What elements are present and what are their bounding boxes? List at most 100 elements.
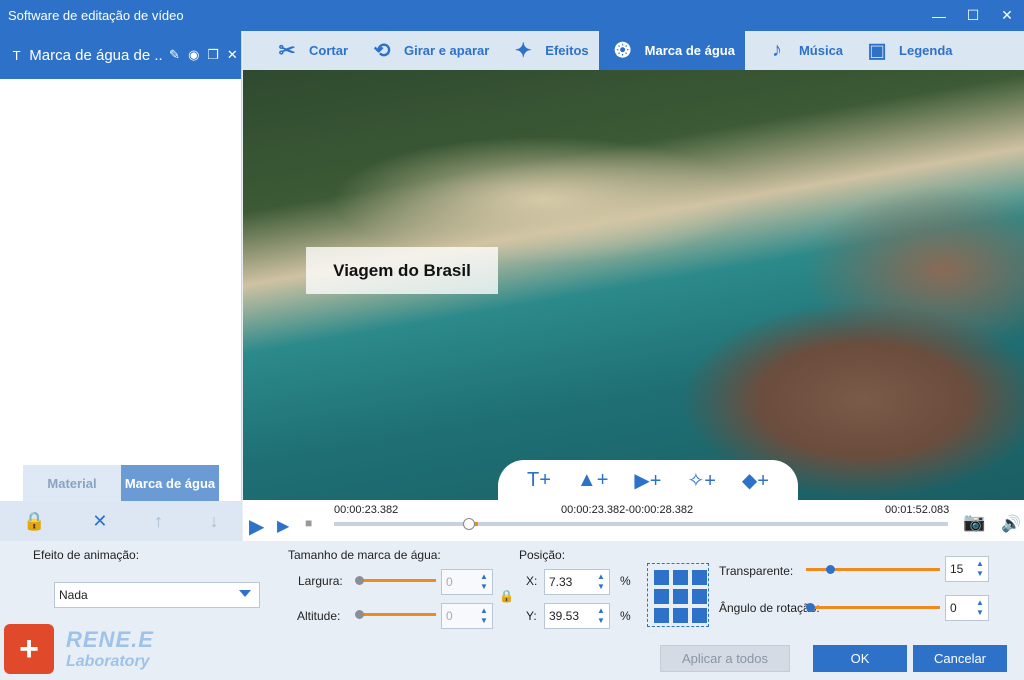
close-window-button[interactable]: ✕ xyxy=(990,0,1024,31)
delete-icon[interactable]: ✕ xyxy=(92,511,107,532)
logo-name: RENE.E xyxy=(66,627,154,652)
position-bottom-right[interactable] xyxy=(692,608,707,623)
toolbar-girar-aparar[interactable]: ⟲ Girar e aparar xyxy=(358,31,499,70)
x-field[interactable]: 7.33 ▲ ▼ xyxy=(544,569,610,595)
animation-select[interactable]: Nada xyxy=(54,582,260,608)
position-top-center[interactable] xyxy=(673,570,688,585)
segment-range: 00:00:23.382-00:00:28.382 xyxy=(561,504,694,516)
rotation-field[interactable]: 0 ▲ ▼ xyxy=(945,595,989,621)
chevron-down-icon xyxy=(239,590,251,597)
title-bar: Software de editação de vídeo — ☐ ✕ xyxy=(0,0,1024,31)
position-middle-left[interactable] xyxy=(654,589,669,604)
play-icon[interactable]: ▶ xyxy=(249,514,264,539)
position-bottom-center[interactable] xyxy=(673,608,688,623)
spinner-arrows-icon[interactable]: ▲ ▼ xyxy=(478,606,490,626)
transparency-slider[interactable] xyxy=(806,565,940,574)
spinner-arrows-icon[interactable]: ▲ ▼ xyxy=(595,606,607,626)
y-value: 39.53 xyxy=(549,609,580,623)
position-bottom-left[interactable] xyxy=(654,608,669,623)
watermark-add-tools: T+ ▲+ ▶+ ✧+ ◆+ xyxy=(498,460,798,500)
watermark-text-overlay[interactable]: Viagem do Brasil xyxy=(306,247,498,294)
spinner-arrows-icon[interactable]: ▲ ▼ xyxy=(974,598,986,618)
slider-knob[interactable] xyxy=(355,610,364,619)
toolbar-label: Efeitos xyxy=(545,43,589,58)
logo-text: RENE.E Laboratory xyxy=(66,627,154,671)
rotation-slider[interactable] xyxy=(806,603,940,612)
tab-material[interactable]: Material xyxy=(23,465,121,501)
apply-all-button[interactable]: Aplicar a todos xyxy=(660,645,790,672)
timeline-playhead[interactable] xyxy=(463,518,475,530)
move-down-icon[interactable]: ↓ xyxy=(210,511,219,532)
rene-logo: + RENE.E Laboratory xyxy=(4,624,154,674)
toolbar-label: Cortar xyxy=(309,43,349,58)
spinner-arrows-icon[interactable]: ▲ ▼ xyxy=(595,572,607,592)
slider-knob[interactable] xyxy=(806,603,815,612)
volume-icon[interactable]: 🔊 xyxy=(1001,514,1021,534)
aspect-lock-icon[interactable]: 🔒 xyxy=(499,589,514,603)
width-value: 0 xyxy=(446,575,453,589)
add-shape-icon[interactable]: ✧+ xyxy=(687,468,715,493)
width-label: Largura: xyxy=(298,574,343,588)
move-up-icon[interactable]: ↑ xyxy=(154,511,163,532)
height-slider[interactable] xyxy=(355,610,436,619)
minimize-button[interactable]: — xyxy=(922,0,956,31)
height-label: Altitude: xyxy=(297,609,341,623)
watermark-list-item[interactable]: T Marca de água de ... ✎ ◉ ❐ ✕ xyxy=(0,31,241,79)
toolbar-label: Legenda xyxy=(899,43,953,58)
width-field[interactable]: 0 ▲ ▼ xyxy=(441,569,493,595)
duplicate-icon[interactable]: ❐ xyxy=(204,47,221,63)
add-eraser-icon[interactable]: ◆+ xyxy=(742,468,769,493)
add-image-icon[interactable]: ▲+ xyxy=(577,469,608,492)
x-value: 7.33 xyxy=(549,575,573,589)
width-slider[interactable] xyxy=(355,576,436,585)
maximize-button[interactable]: ☐ xyxy=(956,0,990,31)
total-time: 00:01:52.083 xyxy=(885,504,950,516)
window-title: Software de editação de vídeo xyxy=(8,8,184,23)
position-center[interactable] xyxy=(673,589,688,604)
current-time: 00:00:23.382 xyxy=(334,504,399,516)
cancel-button[interactable]: Cancelar xyxy=(913,645,1007,672)
slider-knob[interactable] xyxy=(355,576,364,585)
height-field[interactable]: 0 ▲ ▼ xyxy=(441,603,493,629)
ok-button[interactable]: OK xyxy=(813,645,907,672)
logo-sub: Laboratory xyxy=(66,653,150,670)
stop-icon[interactable]: ■ xyxy=(305,516,312,530)
add-video-icon[interactable]: ▶+ xyxy=(634,468,661,493)
timeline-track[interactable] xyxy=(334,522,948,526)
music-icon: ♪ xyxy=(771,39,782,61)
slider-knob[interactable] xyxy=(826,565,835,574)
scissors-icon: ✂ xyxy=(278,40,296,62)
spinner-arrows-icon[interactable]: ▲ ▼ xyxy=(478,572,490,592)
rotation-label: Ângulo de rotação: xyxy=(719,601,820,615)
transparency-field[interactable]: 15 ▲ ▼ xyxy=(945,556,989,582)
toolbar-musica[interactable]: ♪ Música xyxy=(745,31,853,70)
y-field[interactable]: 39.53 ▲ ▼ xyxy=(544,603,610,629)
position-top-left[interactable] xyxy=(654,570,669,585)
x-percent: % xyxy=(620,574,631,588)
edit-pencil-icon[interactable]: ✎ xyxy=(166,47,183,63)
spinner-arrows-icon[interactable]: ▲ ▼ xyxy=(974,559,986,579)
video-preview[interactable]: Viagem do Brasil T+ ▲+ ▶+ ✧+ ◆+ xyxy=(243,70,1024,500)
window-controls: — ☐ ✕ xyxy=(922,0,1024,31)
x-label: X: xyxy=(526,574,538,588)
toolbar-label: Marca de água xyxy=(644,43,735,58)
toolbar-marca-de-agua[interactable]: ❂ Marca de água xyxy=(598,31,745,70)
remove-item-icon[interactable]: ✕ xyxy=(224,47,241,63)
position-top-right[interactable] xyxy=(692,570,707,585)
add-text-icon[interactable]: T+ xyxy=(527,469,551,492)
camera-snapshot-icon[interactable]: 📷 xyxy=(963,512,985,533)
rotate-crop-icon: ⟲ xyxy=(373,40,391,62)
main-toolbar: ✂ Cortar ⟲ Girar e aparar ✦ Efeitos ❂ Ma… xyxy=(243,31,1024,70)
y-label: Y: xyxy=(526,609,537,623)
visibility-eye-icon[interactable]: ◉ xyxy=(185,47,202,63)
toolbar-legenda[interactable]: ▣ Legenda xyxy=(853,31,962,70)
rene-cross-icon: + xyxy=(4,624,54,674)
position-middle-right[interactable] xyxy=(692,589,707,604)
toolbar-cortar[interactable]: ✂ Cortar xyxy=(243,31,358,70)
lock-icon[interactable]: 🔒 xyxy=(23,511,45,532)
toolbar-efeitos[interactable]: ✦ Efeitos xyxy=(499,31,598,70)
animation-label: Efeito de animação: xyxy=(33,548,140,562)
tab-watermark[interactable]: Marca de água xyxy=(121,465,219,501)
play-segment-icon[interactable]: ▶ xyxy=(277,516,289,536)
position-label: Posição: xyxy=(519,548,566,562)
